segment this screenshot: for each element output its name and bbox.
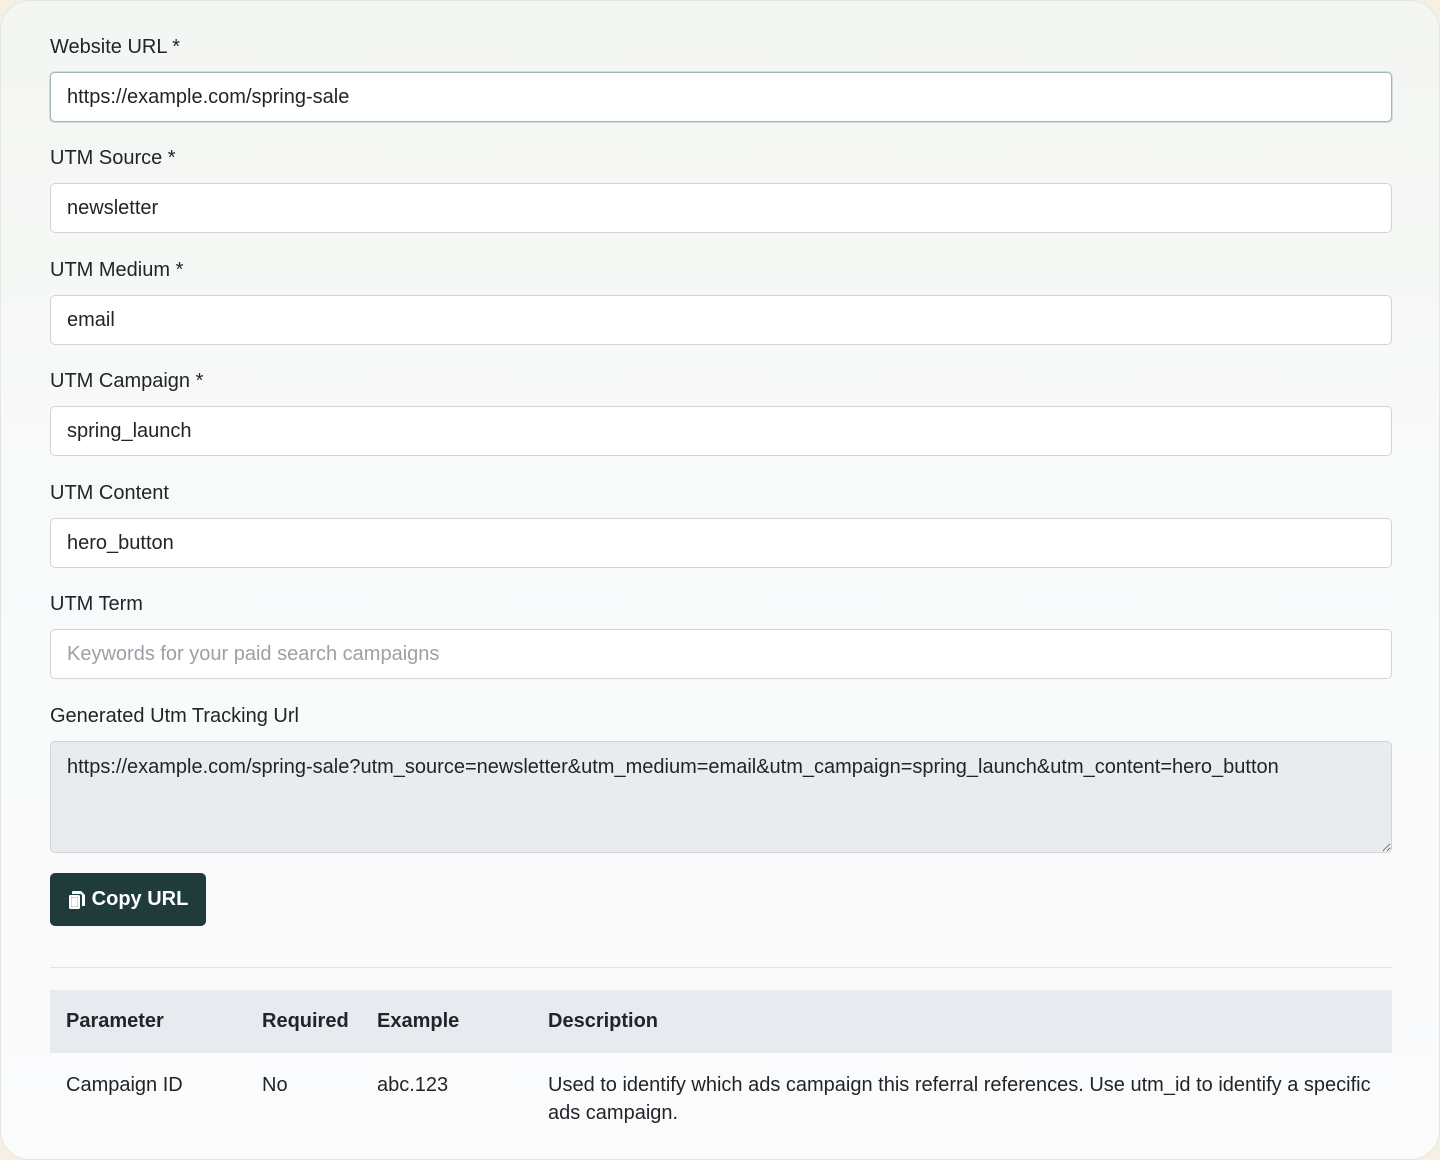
utm-source-input[interactable] xyxy=(50,183,1392,233)
table-header-row: Parameter Required Example Description xyxy=(50,990,1392,1053)
table-header: Parameter Required Example Description xyxy=(50,990,1392,1053)
copy-icon xyxy=(68,890,86,910)
column-header-required: Required xyxy=(262,1010,349,1032)
utm-term-label: UTM Term xyxy=(50,593,143,615)
utm-source-label: UTM Source * xyxy=(50,147,176,169)
generated-url-label: Generated Utm Tracking Url xyxy=(50,705,299,727)
website-url-input[interactable] xyxy=(50,72,1392,122)
generated-url-output[interactable]: https://example.com/spring-sale?utm_sour… xyxy=(50,741,1392,853)
cell-parameter: Campaign ID xyxy=(66,1074,183,1096)
utm-medium-input[interactable] xyxy=(50,295,1392,345)
copy-url-label: Copy URL xyxy=(91,888,189,910)
utm-campaign-label: UTM Campaign * xyxy=(50,370,204,392)
parameter-table-wrapper: Parameter Required Example Description C… xyxy=(50,990,1392,1137)
utm-content-input[interactable] xyxy=(50,518,1392,568)
cell-example: abc.123 xyxy=(377,1074,449,1096)
column-header-description: Description xyxy=(548,1010,659,1032)
copy-url-button[interactable]: Copy URL xyxy=(50,873,206,926)
column-header-parameter: Parameter xyxy=(66,1010,164,1032)
website-url-label: Website URL * xyxy=(50,36,181,58)
utm-content-label: UTM Content xyxy=(50,482,169,504)
parameter-table: Parameter Required Example Description C… xyxy=(50,990,1392,1137)
section-divider xyxy=(50,967,1392,968)
utm-term-input[interactable] xyxy=(50,629,1392,679)
cell-required: No xyxy=(262,1074,288,1096)
table-row: Campaign ID No abc.123 Used to identify … xyxy=(50,1053,1392,1137)
cell-description: Used to identify which ads campaign this… xyxy=(548,1074,1371,1124)
utm-medium-label: UTM Medium * xyxy=(50,259,184,281)
column-header-example: Example xyxy=(377,1010,460,1032)
form-card: Website URL * UTM Source * UTM Medium * … xyxy=(0,0,1440,1160)
utm-campaign-input[interactable] xyxy=(50,406,1392,456)
